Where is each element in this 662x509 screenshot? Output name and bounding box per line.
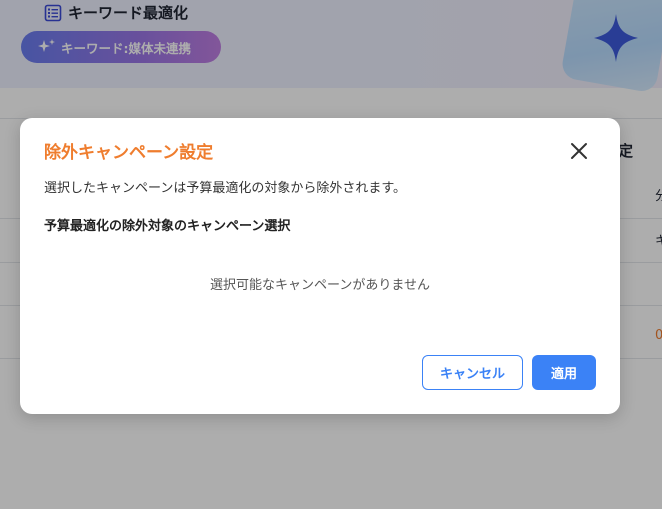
app-stage: キーワード最適化 キーワード:媒体未連携 定 分 キ 0 除外キャンペーン設定: [0, 0, 662, 509]
dialog-description: 選択したキャンペーンは予算最適化の対象から除外されます。: [44, 181, 407, 196]
close-button[interactable]: [568, 140, 590, 162]
close-icon: [568, 143, 590, 166]
empty-campaign-message: 選択可能なキャンペーンがありません: [210, 278, 430, 293]
exclude-campaign-dialog: 除外キャンペーン設定 選択したキャンペーンは予算最適化の対象から除外されます。 …: [20, 118, 620, 414]
apply-button[interactable]: 適用: [532, 355, 596, 390]
cancel-button[interactable]: キャンセル: [422, 355, 523, 390]
dialog-title: 除外キャンペーン設定: [44, 143, 214, 163]
campaign-selection-heading: 予算最適化の除外対象のキャンペーン選択: [44, 219, 291, 234]
